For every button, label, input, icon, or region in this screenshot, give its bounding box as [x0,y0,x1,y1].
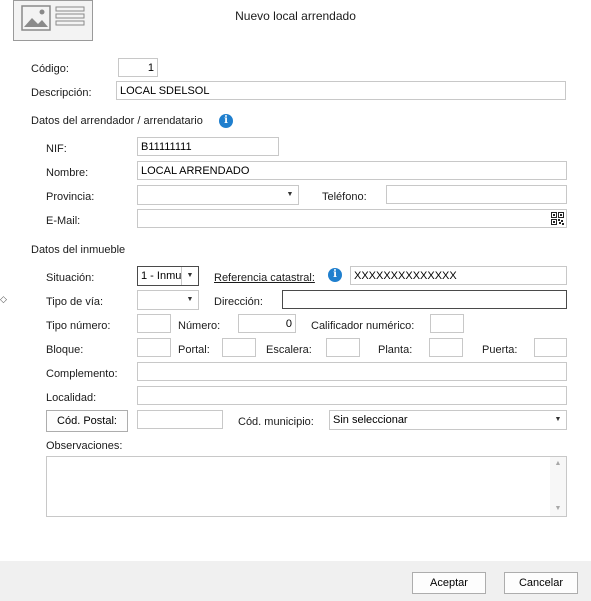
info-icon[interactable]: i [219,114,233,128]
situacion-label: Situación: [46,272,95,284]
chevron-down-icon[interactable]: ▼ [181,267,198,285]
scroll-up-icon[interactable]: ▲ [550,459,566,469]
qr-code-icon[interactable] [551,212,564,225]
escalera-input[interactable] [326,338,360,357]
observaciones-textarea[interactable]: ▲ ▼ [46,456,567,517]
bloque-label: Bloque: [46,344,84,356]
aceptar-button[interactable]: Aceptar [412,572,486,594]
complemento-label: Complemento: [46,368,118,380]
situacion-select[interactable]: 1 - Inmu ▼ [137,266,199,286]
direccion-label: Dirección: [214,296,263,308]
cod-municipio-value: Sin seleccionar [333,414,408,426]
email-input[interactable] [137,209,567,228]
cod-postal-input[interactable] [137,410,223,429]
puerta-label: Puerta: [482,344,518,356]
calificador-input[interactable] [430,314,464,333]
portal-label: Portal: [178,344,210,356]
nombre-label: Nombre: [46,167,89,179]
provincia-label: Provincia: [46,191,95,203]
scrollbar[interactable]: ▲ ▼ [550,457,566,516]
cod-municipio-select[interactable]: Sin seleccionar ▼ [329,410,567,430]
localidad-input[interactable] [137,386,567,405]
nombre-input[interactable]: LOCAL ARRENDADO [137,161,567,180]
tipo-via-label: Tipo de vía: [46,296,104,308]
descripcion-input[interactable]: LOCAL SDELSOL [116,81,566,100]
telefono-label: Teléfono: [322,191,367,203]
planta-input[interactable] [429,338,463,357]
escalera-label: Escalera: [266,344,312,356]
planta-label: Planta: [378,344,413,356]
referencia-catastral-input[interactable]: XXXXXXXXXXXXXX [350,266,567,285]
scroll-down-icon[interactable]: ▼ [550,504,566,514]
descripcion-label: Descripción: [31,87,92,99]
window-title: Nuevo local arrendado [235,9,356,23]
numero-input[interactable]: 0 [238,314,296,333]
tipo-numero-input[interactable] [137,314,171,333]
chevron-down-icon[interactable]: ▼ [550,411,566,429]
tipo-via-select[interactable]: ▼ [137,290,199,310]
provincia-select[interactable]: ▼ [137,185,299,205]
referencia-catastral-link[interactable]: Referencia catastral: [214,271,315,285]
calificador-label: Calificador numérico: [311,320,415,332]
arrendador-section-title: Datos del arrendador / arrendatario [31,115,203,127]
cod-postal-button[interactable]: Cód. Postal: [46,410,128,432]
cancelar-button[interactable]: Cancelar [504,572,578,594]
codigo-input[interactable]: 1 [118,58,158,77]
situacion-value: 1 - Inmu [141,270,182,282]
nif-input[interactable]: B11111111 [137,137,279,156]
puerta-input[interactable] [534,338,567,357]
inmueble-section-title: Datos del inmueble [31,244,126,256]
row-pointer-icon: ◇ [0,294,7,304]
bloque-input[interactable] [137,338,171,357]
complemento-input[interactable] [137,362,567,381]
codigo-label: Código: [31,63,69,75]
tipo-numero-label: Tipo número: [46,320,111,332]
chevron-down-icon[interactable]: ▼ [182,291,198,309]
portal-input[interactable] [222,338,256,357]
observaciones-label: Observaciones: [46,440,123,452]
direccion-input[interactable] [282,290,567,309]
dialog-footer [0,561,591,601]
nif-label: NIF: [46,143,67,155]
numero-label: Número: [178,320,221,332]
localidad-label: Localidad: [46,392,97,404]
telefono-input[interactable] [386,185,567,204]
email-label: E-Mail: [46,215,81,227]
cod-municipio-label: Cód. municipio: [238,416,314,428]
chevron-down-icon[interactable]: ▼ [282,186,298,204]
info-icon[interactable]: i [328,268,342,282]
